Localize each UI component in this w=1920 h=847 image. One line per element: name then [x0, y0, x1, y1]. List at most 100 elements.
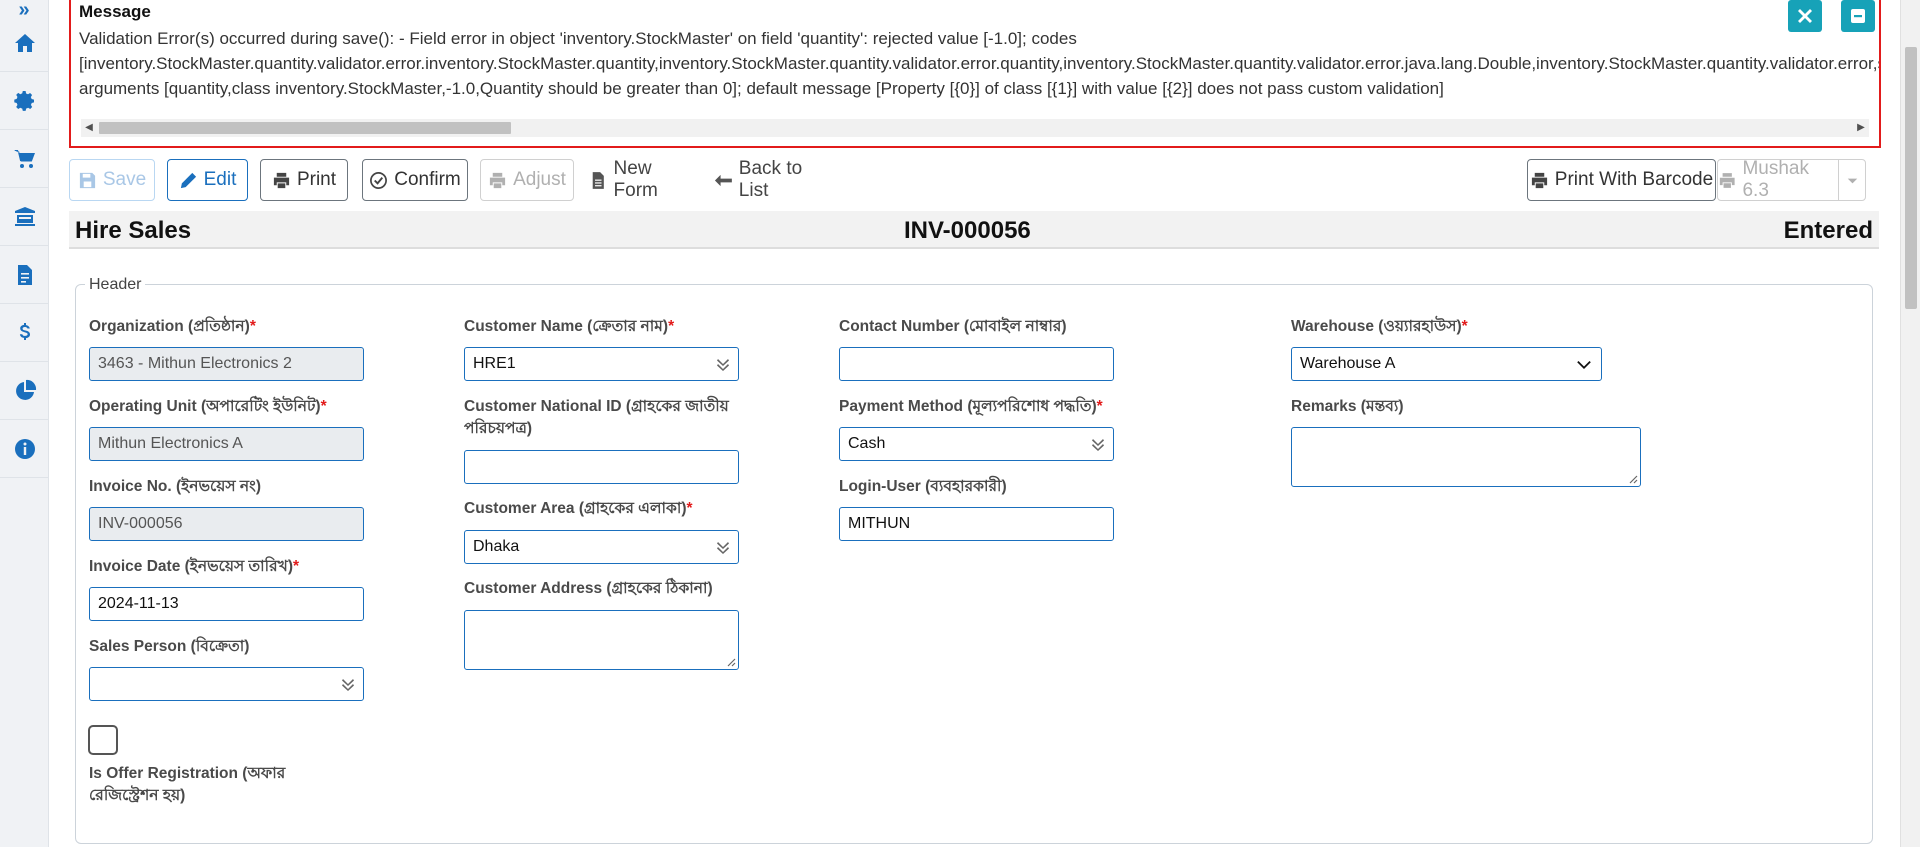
- organization-label: Organization (প্রতিষ্ঠান)*: [89, 318, 256, 335]
- resize-grip-icon[interactable]: [1628, 474, 1638, 484]
- new-form-button[interactable]: New Form: [589, 158, 699, 201]
- customer-name-value: HRE1: [473, 355, 516, 372]
- remarks-label: Remarks (মন্তব্য): [1291, 398, 1404, 415]
- confirm-button[interactable]: Confirm: [362, 159, 468, 201]
- printer-icon: [1719, 172, 1735, 188]
- double-chevron-down-icon: [341, 676, 355, 692]
- customer-area-select[interactable]: Dhaka: [464, 530, 739, 564]
- sales-person-select[interactable]: [89, 667, 364, 701]
- customer-area-label: Customer Area (গ্রাহকের এলাকা)*: [464, 500, 693, 517]
- close-icon: [1798, 9, 1812, 23]
- check-circle-icon: [370, 171, 388, 189]
- print-with-barcode-button[interactable]: Print With Barcode: [1527, 159, 1716, 201]
- operating-unit-field[interactable]: Mithun Electronics A: [89, 427, 364, 461]
- login-user-label: Login-User (ব্যবহারকারী): [839, 478, 1007, 495]
- resize-grip-icon[interactable]: [726, 657, 736, 667]
- customer-area-label-text: Customer Area (গ্রাহকের এলাকা): [464, 500, 687, 517]
- organization-label-text: Organization (প্রতিষ্ঠান): [89, 318, 250, 335]
- error-message-panel: Message Validation Error(s) occurred dur…: [69, 0, 1881, 148]
- printer-icon: [489, 172, 506, 188]
- warehouse-label-text: Warehouse (ওয়্যারহাউস): [1291, 318, 1462, 335]
- scroll-right-icon[interactable]: ▶: [1853, 119, 1869, 137]
- offer-registration-label: Is Offer Registration (অফার রেজিস্ট্রেশন…: [89, 763, 285, 807]
- message-title: Message: [79, 2, 151, 21]
- sidebar-item-cart[interactable]: [0, 130, 49, 188]
- message-line-3: arguments [quantity,class inventory.Stoc…: [79, 79, 1444, 98]
- print-button[interactable]: Print: [260, 159, 348, 201]
- mushak-label: Mushak 6.3: [1742, 158, 1809, 201]
- edit-label: Edit: [203, 169, 237, 190]
- warehouse-value: Warehouse A: [1300, 355, 1396, 372]
- remarks-textarea[interactable]: [1291, 427, 1641, 487]
- minimize-message-button[interactable]: [1841, 0, 1875, 32]
- invoice-date-field[interactable]: 2024-11-13: [89, 587, 364, 621]
- customer-national-id-label-line1: Customer National ID (গ্রাহকের জাতীয়: [464, 398, 729, 415]
- save-button[interactable]: Save: [69, 159, 155, 201]
- record-title-bar: Hire Sales INV-000056 Entered: [69, 211, 1879, 249]
- status-badge: Entered: [1783, 217, 1873, 244]
- payment-method-select[interactable]: Cash: [839, 427, 1114, 461]
- sidebar-item-reports[interactable]: [0, 362, 49, 420]
- info-icon: [14, 438, 35, 459]
- invoice-no-field[interactable]: INV-000056: [89, 507, 364, 541]
- sidebar-item-info[interactable]: [0, 420, 49, 478]
- payment-method-value: Cash: [848, 435, 886, 452]
- message-line-2: [inventory.StockMaster.quantity.validato…: [79, 54, 1881, 73]
- customer-national-id-field[interactable]: [464, 450, 739, 484]
- chevron-down-icon: [1577, 357, 1591, 371]
- print-with-barcode-label: Print With Barcode: [1554, 169, 1714, 190]
- back-to-list-button[interactable]: Back to List: [714, 158, 836, 201]
- save-label: Save: [102, 169, 147, 190]
- sales-person-label: Sales Person (বিক্রেতা): [89, 638, 250, 655]
- message-horizontal-scrollbar[interactable]: ◀ ▶: [81, 119, 1869, 137]
- dollar-icon: [19, 322, 30, 340]
- offer-registration-checkbox[interactable]: [88, 725, 118, 755]
- sidebar-item-finance[interactable]: [0, 304, 49, 362]
- customer-name-select[interactable]: HRE1: [464, 347, 739, 381]
- fieldset-legend: Header: [85, 276, 146, 294]
- confirm-label: Confirm: [394, 169, 461, 190]
- customer-national-id-label-line2: পরিচয়পত্র): [464, 420, 533, 437]
- offer-registration-label-line1: Is Offer Registration (অফার: [89, 765, 286, 782]
- warehouse-select[interactable]: Warehouse A: [1291, 347, 1602, 381]
- close-message-button[interactable]: [1788, 0, 1822, 32]
- adjust-button[interactable]: Adjust: [480, 159, 574, 201]
- operating-unit-label-text: Operating Unit (অপারেটিং ইউনিট): [89, 398, 321, 415]
- contact-number-label: Contact Number (মোবাইল নাম্বার): [839, 318, 1067, 335]
- customer-area-value: Dhaka: [473, 538, 520, 555]
- organization-field[interactable]: 3463 - Mithun Electronics 2: [89, 347, 364, 381]
- gear-icon: [13, 90, 34, 111]
- mushak-button[interactable]: Mushak 6.3: [1717, 158, 1839, 201]
- warehouse-label: Warehouse (ওয়্যারহাউস)*: [1291, 318, 1468, 335]
- sidebar-item-settings[interactable]: [0, 72, 49, 130]
- offer-registration-label-line2: রেজিস্ট্রেশন হয়): [89, 787, 186, 804]
- mushak-dropdown-toggle[interactable]: [1838, 159, 1866, 201]
- edit-button[interactable]: Edit: [167, 159, 248, 201]
- scroll-left-icon[interactable]: ◀: [81, 119, 97, 137]
- sidebar-item-invoice[interactable]: [0, 246, 49, 304]
- customer-name-label-text: Customer Name (ক্রেতার নাম): [464, 318, 669, 335]
- pencil-icon: [180, 172, 196, 188]
- message-text: Validation Error(s) occurred during save…: [79, 26, 1881, 101]
- sidebar-item-home[interactable]: [0, 14, 49, 72]
- invoice-number-heading: INV-000056: [904, 217, 1031, 244]
- customer-name-label: Customer Name (ক্রেতার নাম)*: [464, 318, 675, 335]
- sidebar-item-bank[interactable]: [0, 188, 49, 246]
- operating-unit-label: Operating Unit (অপারেটিং ইউনিট)*: [89, 398, 327, 415]
- contact-number-field[interactable]: [839, 347, 1114, 381]
- invoice-no-label: Invoice No. (ইনভয়েস নং): [89, 478, 262, 495]
- double-chevron-down-icon: [716, 356, 730, 372]
- customer-address-textarea[interactable]: [464, 610, 739, 670]
- file-icon: [592, 171, 604, 189]
- bank-icon: [14, 206, 35, 226]
- cart-icon: [13, 149, 35, 168]
- sidebar: »: [0, 0, 49, 847]
- invoice-date-label: Invoice Date (ইনভয়েস তারিখ)*: [89, 558, 300, 575]
- invoice-date-label-text: Invoice Date (ইনভয়েস তারিখ): [89, 558, 293, 575]
- scrollbar-thumb[interactable]: [99, 122, 511, 134]
- login-user-field[interactable]: MITHUN: [839, 507, 1114, 541]
- page-vertical-scrollbar[interactable]: [1900, 0, 1920, 847]
- pie-chart-icon: [15, 379, 36, 400]
- page-scrollbar-thumb[interactable]: [1905, 47, 1917, 309]
- invoice-icon: [17, 264, 32, 285]
